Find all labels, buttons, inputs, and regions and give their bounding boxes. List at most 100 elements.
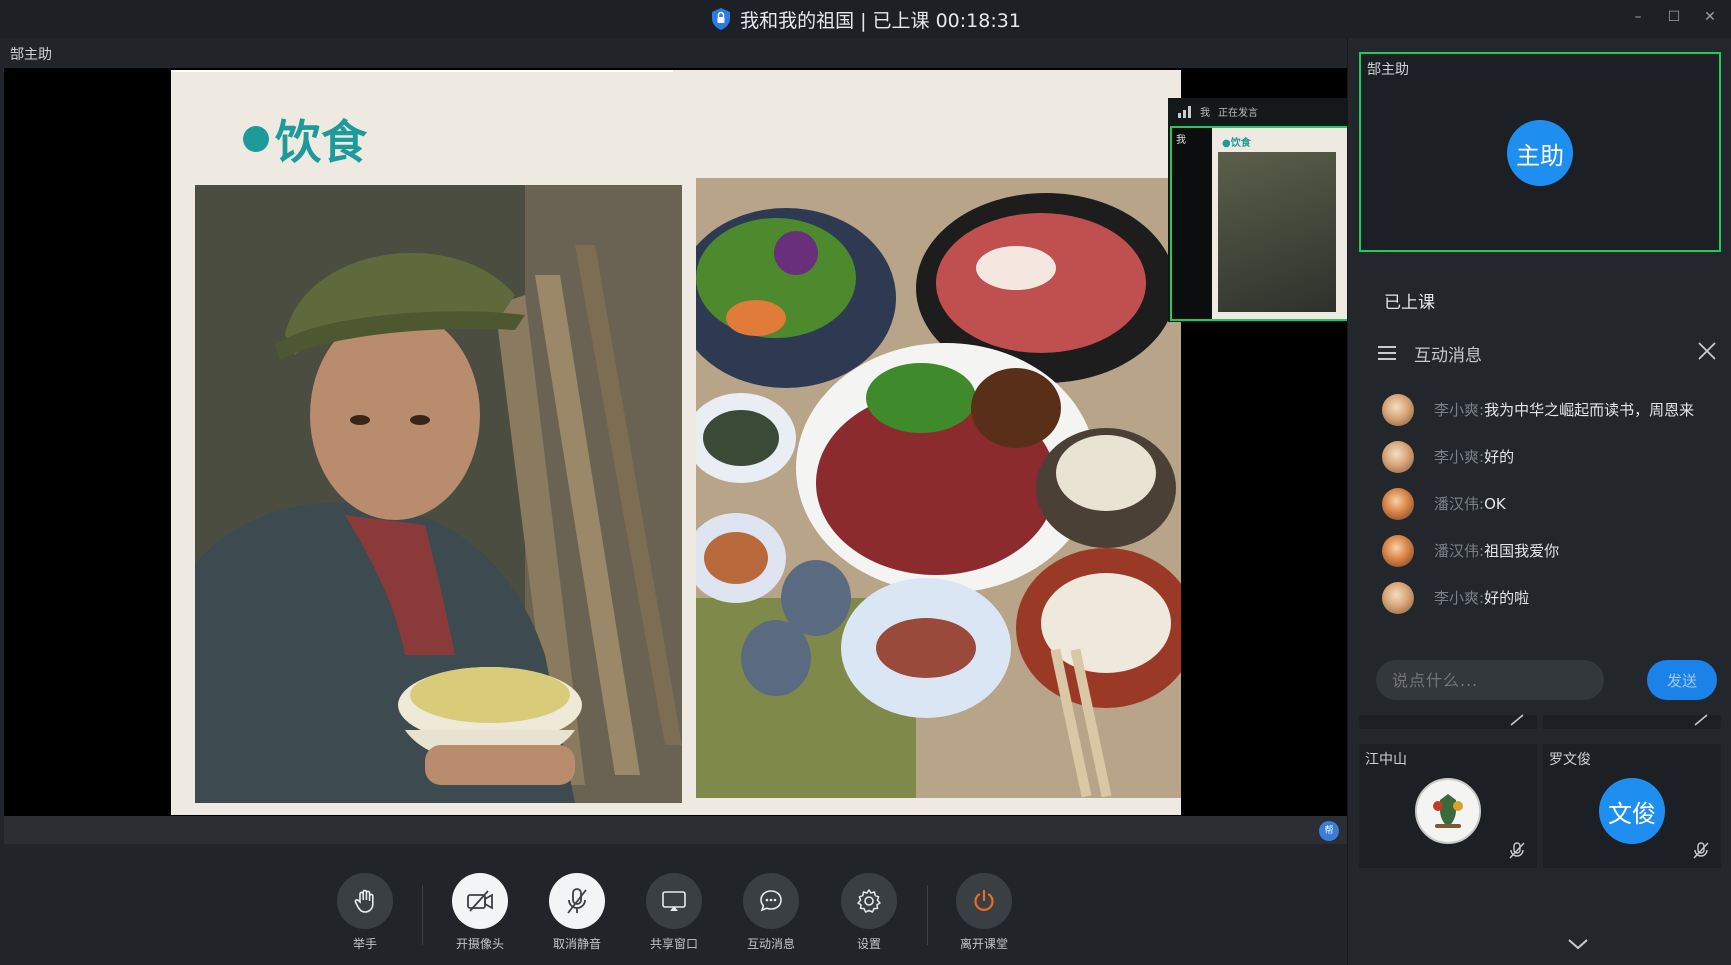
minimize-button[interactable]: – — [1629, 6, 1647, 28]
unmute-button[interactable]: 取消静音 — [537, 873, 617, 952]
gear-icon — [857, 889, 881, 913]
leave-class-button[interactable]: 离开课堂 — [944, 873, 1024, 952]
slide-photo-child-with-bowl — [195, 185, 682, 803]
raise-hand-label: 举手 — [352, 937, 377, 951]
raise-hand-icon — [354, 889, 374, 913]
stage-status-strip: 帮 — [4, 816, 1347, 844]
camera-off-icon — [467, 890, 493, 912]
chat-sender: 李小爽: — [1434, 448, 1485, 466]
participant-name: 江中山 — [1365, 752, 1407, 768]
mic-off-icon — [1510, 714, 1524, 726]
speaker-indicator: 我 正在发言 — [1178, 104, 1258, 119]
slide-heading: 饮食 — [243, 106, 367, 172]
window-title-text: 我和我的祖国 | 已上课 00:18:31 — [740, 9, 1021, 32]
slide-photo-food-spread — [696, 178, 1181, 798]
avatar — [1382, 393, 1414, 426]
chat-text: 我为中华之崛起而读书，周恩来 — [1484, 401, 1695, 419]
speaking-status: 正在发言 — [1218, 108, 1258, 119]
thumbnail-slide-preview: ●饮食 — [1212, 128, 1348, 319]
chat-text: 好的啦 — [1484, 589, 1530, 607]
main-stage-pane: 郜主助 饮食 我 正在发言 我 ●饮食 帮 举手 开摄像头 取消静音 共享窗口 … — [0, 38, 1351, 965]
chat-text: OK — [1484, 494, 1506, 513]
bullet-dot-icon — [243, 126, 269, 152]
slide-heading-text: 饮食 — [275, 115, 367, 169]
chat-sender: 李小爽: — [1434, 589, 1485, 607]
chat-message: 李小爽: 我为中华之崛起而读书，周恩来 — [1382, 386, 1731, 433]
avatar — [1382, 581, 1414, 614]
chat-text: 祖国我爱你 — [1484, 542, 1560, 560]
camera-toggle-label: 开摄像头 — [455, 937, 504, 951]
food-photo-illustration — [696, 178, 1181, 798]
maximize-button[interactable]: ☐ — [1665, 6, 1683, 28]
avatar — [1382, 487, 1414, 520]
share-window-label: 共享窗口 — [649, 937, 698, 951]
raise-hand-button[interactable]: 举手 — [325, 873, 405, 952]
mic-off-icon — [1693, 842, 1709, 859]
participant-name: 罗文俊 — [1549, 752, 1591, 768]
camera-toggle-button[interactable]: 开摄像头 — [440, 873, 520, 952]
scroll-down-button[interactable] — [1538, 930, 1618, 958]
chat-sender: 李小爽: — [1434, 401, 1485, 419]
settings-button[interactable]: 设置 — [829, 873, 909, 952]
help-badge[interactable]: 帮 — [1319, 821, 1339, 841]
speaker-thumbnail[interactable]: 我 ●饮食 — [1170, 126, 1350, 321]
participant-tile[interactable]: 江中山 — [1359, 744, 1537, 868]
avatar: 文俊 — [1599, 778, 1665, 844]
chat-input[interactable] — [1376, 660, 1604, 700]
toolbar-divider — [422, 885, 423, 945]
emblem-icon — [1433, 794, 1463, 828]
unmute-label: 取消静音 — [552, 937, 601, 951]
menu-icon[interactable] — [1378, 346, 1396, 360]
participant-tiles-top-stub — [1359, 714, 1721, 729]
title-bar: 我和我的祖国 | 已上课 00:18:31 – ☐ ✕ — [0, 0, 1731, 38]
chat-header: 互动消息 — [1378, 338, 1718, 368]
host-video-tile[interactable]: 郜主助 主助 — [1359, 52, 1721, 252]
chevron-down-icon — [1568, 939, 1588, 950]
shared-screen: 饮食 我 正在发言 我 ●饮食 — [4, 68, 1351, 816]
shield-icon — [712, 8, 731, 30]
chat-message: 李小爽: 好的 — [1382, 433, 1731, 480]
host-avatar: 主助 — [1507, 120, 1573, 186]
chat-message: 李小爽: 好的啦 — [1382, 574, 1731, 621]
child-photo-illustration — [195, 185, 682, 803]
presentation-slide: 饮食 — [171, 70, 1181, 815]
close-button[interactable]: ✕ — [1701, 6, 1719, 28]
chat-messages-button[interactable]: 互动消息 — [731, 873, 811, 952]
chat-messages-label: 互动消息 — [746, 937, 795, 951]
leave-class-label: 离开课堂 — [959, 937, 1008, 951]
power-icon — [974, 889, 994, 911]
speaker-thumbnail-panel: 我 正在发言 我 ●饮食 — [1168, 98, 1351, 322]
slide-top-line — [171, 70, 673, 72]
thumbnail-photo — [1218, 152, 1336, 312]
stage-owner-label: 郜主助 — [10, 47, 52, 63]
speaker-me-label: 我 — [1200, 108, 1210, 119]
settings-label: 设置 — [856, 937, 881, 951]
bottom-toolbar: 举手 开摄像头 取消静音 共享窗口 互动消息 设置 离开课堂 — [0, 853, 1347, 965]
avatar — [1382, 440, 1414, 473]
share-window-button[interactable]: 共享窗口 — [634, 873, 714, 952]
thumbnail-slide-heading: ●饮食 — [1222, 138, 1251, 149]
toolbar-divider — [927, 885, 928, 945]
classroom-app: 我和我的祖国 | 已上课 00:18:31 – ☐ ✕ 郜主助 饮食 我 正在发… — [0, 0, 1731, 965]
mic-off-icon — [1694, 714, 1708, 726]
class-status: 已上课 — [1384, 293, 1435, 313]
participant-tile-stub — [1543, 714, 1721, 729]
chat-sender: 潘汉伟: — [1434, 495, 1485, 513]
close-icon[interactable] — [1696, 340, 1718, 362]
participant-tile[interactable]: 罗文俊 文俊 — [1543, 744, 1721, 868]
chat-message: 潘汉伟: 祖国我爱你 — [1382, 527, 1731, 574]
window-title: 我和我的祖国 | 已上课 00:18:31 — [710, 6, 1021, 33]
window-controls: – ☐ ✕ — [1629, 6, 1719, 28]
host-name: 郜主助 — [1367, 62, 1409, 78]
chat-message-list: 李小爽: 我为中华之崛起而读书，周恩来 李小爽: 好的 潘汉伟: OK 潘汉伟:… — [1382, 386, 1731, 621]
mic-off-icon — [1509, 842, 1525, 859]
sidebar: 郜主助 主助 已上课 互动消息 李小爽: 我为中华之崛起而读书，周恩来 李小爽:… — [1347, 38, 1731, 965]
chat-bubble-icon — [760, 890, 782, 912]
chat-message: 潘汉伟: OK — [1382, 480, 1731, 527]
screen-share-icon — [662, 891, 686, 911]
send-button[interactable]: 发送 — [1647, 660, 1717, 700]
chat-text: 好的 — [1484, 448, 1515, 466]
signal-bars-icon — [1178, 105, 1191, 118]
avatar — [1415, 778, 1481, 844]
avatar — [1382, 534, 1414, 567]
